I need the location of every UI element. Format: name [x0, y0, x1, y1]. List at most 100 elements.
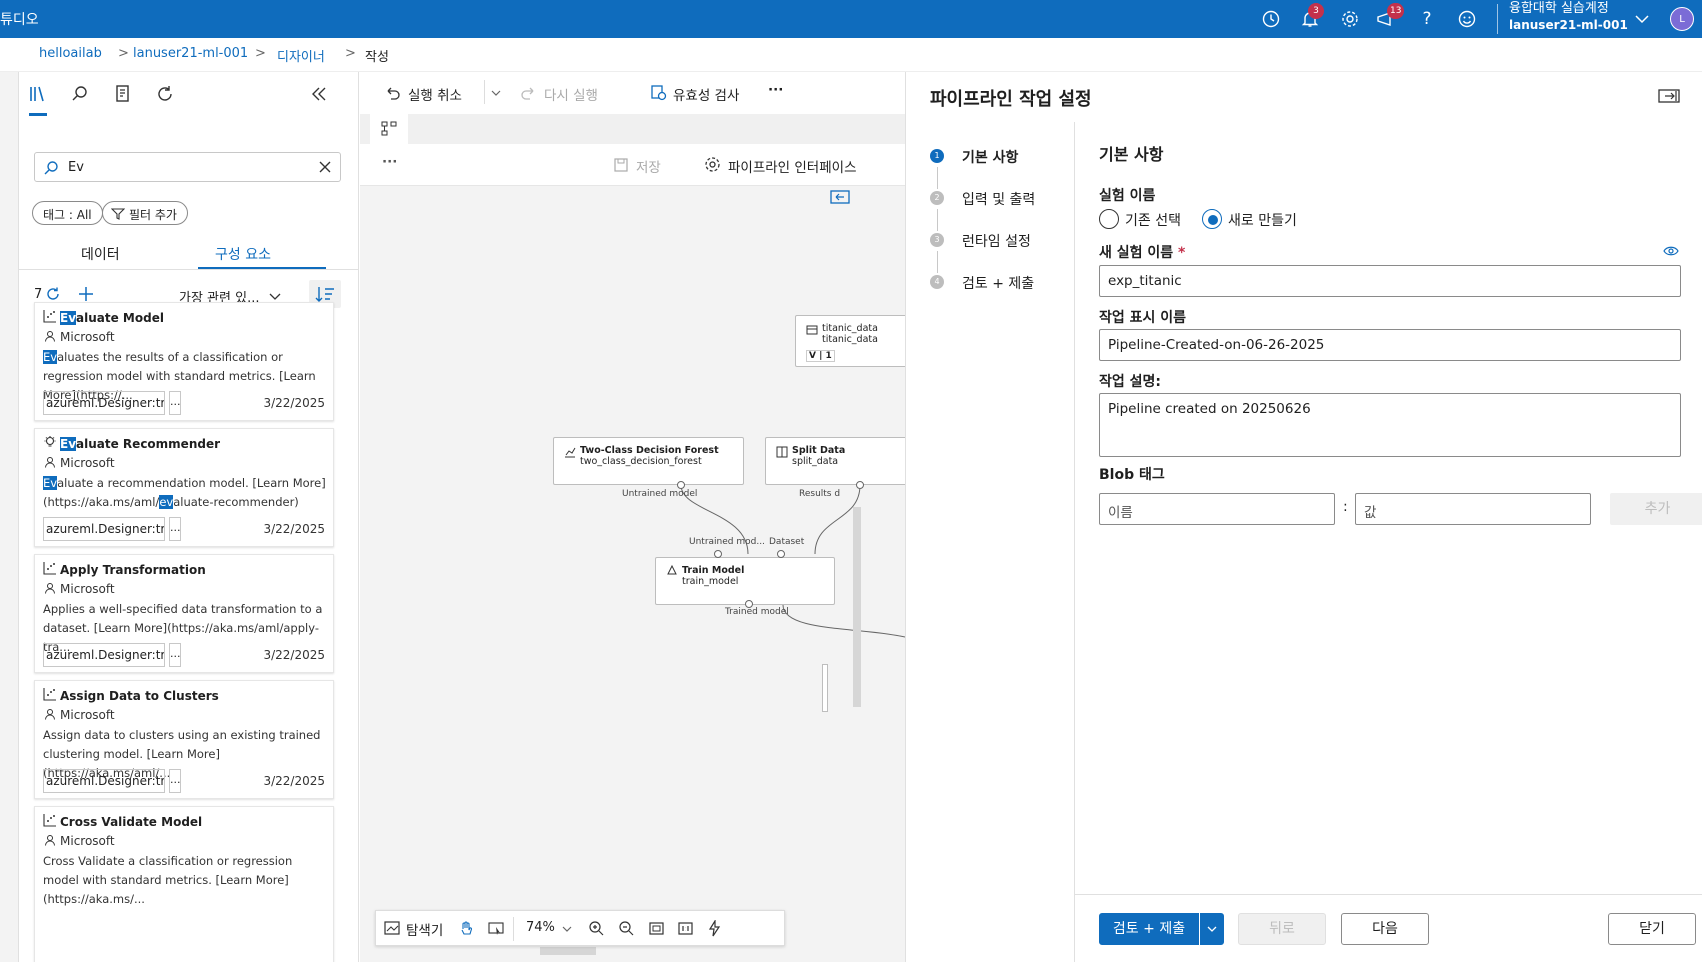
refresh-icon[interactable]	[45, 286, 61, 302]
node-two-class-decision-forest[interactable]: Two-Class Decision Forest two_class_deci…	[553, 437, 744, 485]
list-item[interactable]: Evaluate Recommender Microsoft Evaluate …	[34, 428, 334, 547]
person-icon	[44, 834, 56, 846]
smiley-icon[interactable]	[1456, 8, 1478, 30]
chart-icon	[43, 813, 57, 827]
account-menu[interactable]: 융합대학 실습계정 lanuser21-ml-001	[1509, 1, 1628, 33]
breadcrumb-user[interactable]: lanuser21-ml-001	[133, 46, 248, 61]
node-subtitle: split_data	[792, 456, 839, 467]
component-title: Apply Transformation	[60, 563, 206, 577]
port-label: Untrained model	[622, 489, 698, 499]
tab-data[interactable]: 데이터	[81, 244, 120, 264]
updated-date: 3/22/2025	[263, 774, 325, 788]
node-titanic-data[interactable]: titanic_data titanic_data V | 1	[795, 315, 905, 367]
person-icon	[44, 330, 56, 342]
tab-components[interactable]: 구성 요소	[215, 244, 271, 264]
collapse-panel-icon[interactable]	[309, 84, 331, 106]
step-label: 검토 + 제출	[962, 276, 1035, 292]
library-icon[interactable]	[28, 84, 50, 106]
step-label: 런타임 설정	[962, 234, 1031, 250]
node-title: Two-Class Decision Forest	[580, 445, 719, 456]
new-experiment-name-input[interactable]: exp_titanic	[1099, 265, 1681, 297]
list-item[interactable]: Assign Data to Clusters Microsoft Assign…	[34, 680, 334, 799]
node-train-model[interactable]: Train Model train_model	[655, 557, 835, 605]
hand-icon[interactable]	[458, 920, 475, 937]
zoom-out-icon[interactable]	[618, 920, 635, 937]
tag-value-input[interactable]: 값	[1355, 493, 1591, 525]
dataset-icon	[806, 324, 818, 336]
publisher: Microsoft	[60, 708, 115, 722]
toolbar-divider	[513, 917, 514, 941]
output-port[interactable]	[677, 481, 685, 489]
next-button[interactable]: 다음	[1341, 913, 1429, 945]
help-icon[interactable]: ?	[1416, 8, 1438, 30]
radio-label: 새로 만들기	[1228, 213, 1297, 229]
auto-layout-icon[interactable]	[706, 920, 723, 937]
chevron-down-icon[interactable]	[562, 924, 572, 934]
input-port[interactable]	[777, 550, 785, 558]
input-port[interactable]	[714, 550, 722, 558]
zoom-in-icon[interactable]	[588, 920, 605, 937]
chevron-down-icon[interactable]	[269, 290, 281, 302]
left-nav-collapsed	[0, 72, 19, 962]
breadcrumb-designer[interactable]: 디자이너	[277, 46, 325, 65]
component-description: Evaluate a recommendation model. [Learn …	[43, 476, 326, 509]
component-title: Cross Validate Model	[60, 815, 203, 829]
explorer-button[interactable]: 탐색기	[406, 919, 443, 939]
clear-icon[interactable]	[318, 160, 332, 174]
list-item[interactable]: Apply Transformation Microsoft Applies a…	[34, 554, 334, 673]
more-tags-button[interactable]: ...	[169, 517, 181, 541]
review-submit-button[interactable]: 검토 + 제출	[1099, 913, 1199, 945]
node-split-data[interactable]: Split Data split_data	[765, 437, 905, 485]
port-label: Untrained mod...	[689, 537, 765, 547]
tag-separator: :	[1343, 499, 1348, 515]
person-icon	[44, 456, 56, 468]
tag-name-input[interactable]: 이름	[1099, 493, 1335, 525]
train-icon	[666, 564, 678, 576]
search-input[interactable]: Ev	[34, 152, 341, 182]
radio-label: 기존 선택	[1125, 213, 1181, 229]
horizontal-scrollbar[interactable]	[540, 947, 596, 955]
breadcrumb-workspace[interactable]: helloailab	[39, 46, 102, 61]
add-filter-button[interactable]: 필터 추가	[102, 201, 188, 225]
document-icon[interactable]	[113, 84, 135, 106]
tag-filter-chip[interactable]: 태그 : All	[32, 201, 103, 225]
close-button[interactable]: 닫기	[1608, 913, 1696, 945]
vertical-scrollbar[interactable]	[853, 507, 861, 707]
display-name-input[interactable]: Pipeline-Created-on-06-26-2025	[1099, 329, 1681, 361]
dock-panel-icon[interactable]	[1658, 88, 1680, 104]
publisher: Microsoft	[60, 456, 115, 470]
gear-icon[interactable]	[1339, 8, 1361, 30]
pipeline-canvas[interactable]: 실행 취소 다시 실행 유효성 검사 ··· ··· 저장 파이프라인 인터페이…	[360, 72, 905, 962]
more-tags-button[interactable]: ...	[169, 769, 181, 793]
output-port[interactable]	[856, 481, 864, 489]
component-title: Evaluate Model	[60, 311, 164, 325]
filter-add-icon	[111, 206, 125, 220]
more-tags-button[interactable]: ...	[169, 391, 181, 415]
actual-size-icon[interactable]	[677, 920, 694, 937]
history-icon[interactable]	[1260, 8, 1282, 30]
new-experiment-name-label: 새 실험 이름 *	[1099, 245, 1186, 261]
updated-date: 3/22/2025	[263, 396, 325, 410]
review-submit-dropdown[interactable]	[1200, 913, 1224, 945]
list-item[interactable]: Cross Validate Model Microsoft Cross Val…	[34, 806, 334, 962]
explorer-icon[interactable]	[384, 920, 400, 936]
eye-icon[interactable]	[1663, 244, 1679, 258]
node-title: Split Data	[792, 445, 846, 456]
search-icon[interactable]	[70, 84, 92, 106]
select-icon[interactable]	[488, 920, 505, 937]
updated-date: 3/22/2025	[263, 522, 325, 536]
add-icon[interactable]	[77, 285, 95, 303]
publisher: Microsoft	[60, 834, 115, 848]
node-subtitle: titanic_data	[822, 334, 878, 345]
list-item[interactable]: Evaluate Model Microsoft Evaluates the r…	[34, 302, 334, 421]
more-tags-button[interactable]: ...	[169, 643, 181, 667]
fit-screen-icon[interactable]	[648, 920, 665, 937]
chevron-down-icon[interactable]	[1631, 8, 1653, 30]
refresh-icon[interactable]	[155, 84, 177, 106]
description-textarea[interactable]: Pipeline created on 20250626	[1099, 393, 1681, 457]
node-partial	[822, 664, 828, 712]
segment-divider	[19, 269, 359, 270]
zoom-level[interactable]: 74%	[526, 920, 555, 935]
account-org: 융합대학 실습계정	[1509, 1, 1609, 16]
avatar[interactable]: L	[1670, 7, 1694, 31]
